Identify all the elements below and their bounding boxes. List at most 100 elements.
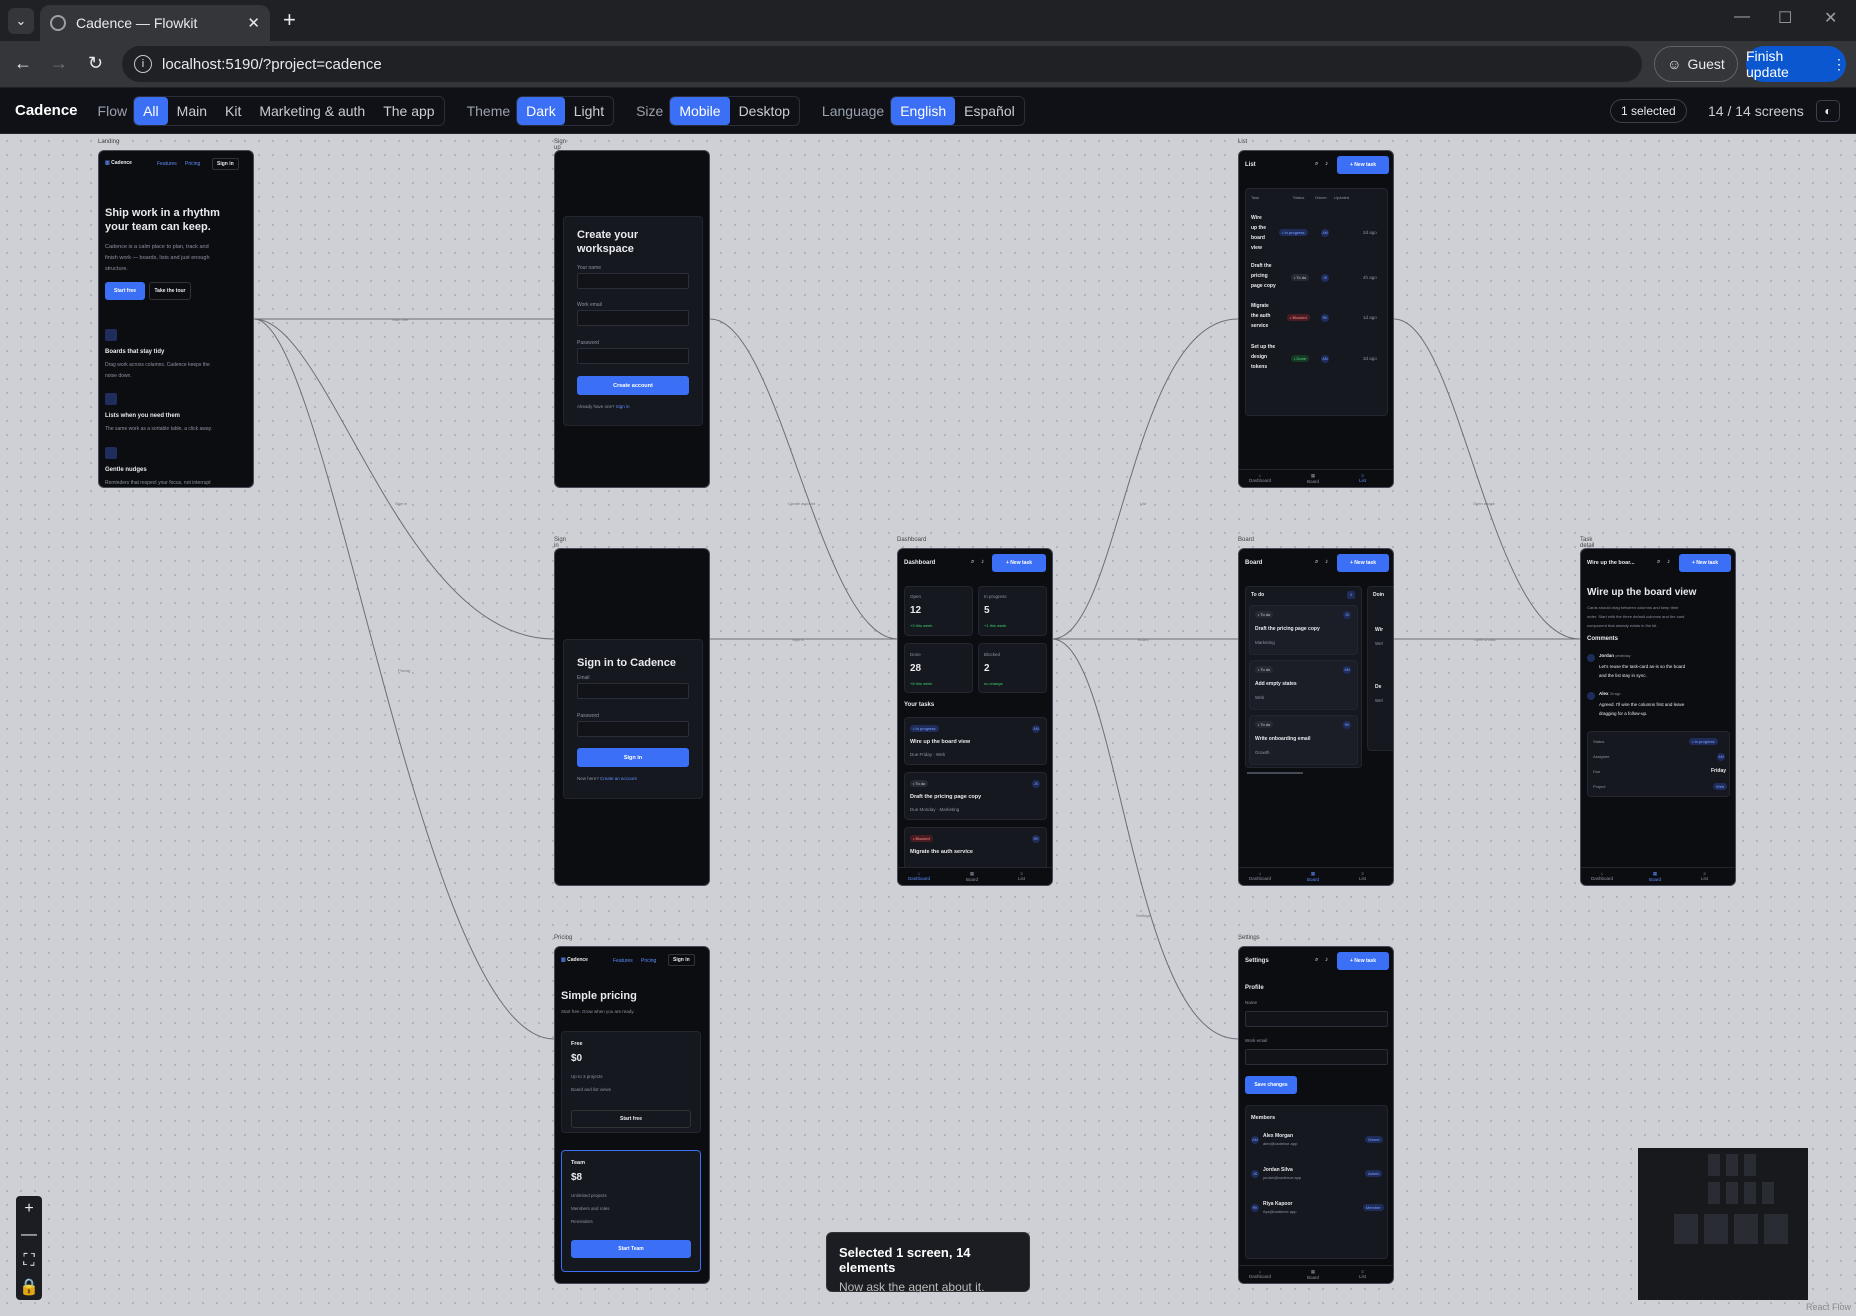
- due-value[interactable]: Friday: [1711, 768, 1726, 774]
- sign-in-submit-button[interactable]: Sign in: [577, 748, 689, 767]
- nav-features[interactable]: Features: [157, 161, 177, 167]
- search-icon[interactable]: ⌕: [1315, 957, 1318, 964]
- size-option-mobile[interactable]: Mobile: [670, 96, 730, 125]
- nav-dashboard[interactable]: ⌂ Dashboard: [1249, 473, 1271, 483]
- search-icon[interactable]: ⌕: [1657, 559, 1660, 566]
- save-changes-button[interactable]: Save changes: [1245, 1076, 1297, 1094]
- free-plan-name: Free: [571, 1041, 583, 1047]
- theme-option-dark[interactable]: Dark: [517, 96, 565, 125]
- name-input[interactable]: [1245, 1011, 1388, 1027]
- table-row-task[interactable]: Set up the design tokens: [1251, 342, 1275, 372]
- nav-board[interactable]: ▦ Board: [1649, 871, 1661, 882]
- close-window-icon[interactable]: ✕: [1824, 8, 1837, 28]
- start-free-button[interactable]: Start free: [105, 282, 145, 300]
- flow-option-main[interactable]: Main: [168, 97, 216, 125]
- flow-option-the-app[interactable]: The app: [374, 97, 443, 125]
- name-input[interactable]: [577, 273, 689, 289]
- flow-option-marketing-auth[interactable]: Marketing & auth: [250, 97, 374, 125]
- bell-icon[interactable]: ♪: [981, 559, 984, 565]
- contrast-toggle-icon[interactable]: ◐: [1816, 100, 1840, 122]
- theme-option-light[interactable]: Light: [565, 97, 613, 125]
- language-option-espanol[interactable]: Español: [955, 97, 1024, 125]
- language-option-english[interactable]: English: [891, 96, 956, 125]
- selected-badge[interactable]: 1 selected: [1610, 99, 1687, 123]
- finish-update-button[interactable]: Finish update ⋮: [1746, 46, 1846, 82]
- bell-icon[interactable]: ♪: [1325, 161, 1328, 167]
- maximize-icon[interactable]: ☐: [1778, 8, 1792, 28]
- guest-profile-button[interactable]: ☺ Guest: [1654, 46, 1738, 82]
- start-free-plan-button[interactable]: Start free: [571, 1110, 691, 1128]
- fit-view-icon[interactable]: ⛶: [16, 1248, 42, 1274]
- nav-features[interactable]: Features: [613, 958, 633, 964]
- nav-pricing[interactable]: Pricing: [185, 161, 200, 167]
- nav-dashboard[interactable]: ⌂ Dashboard: [908, 871, 930, 881]
- search-icon[interactable]: ⌕: [971, 559, 974, 566]
- nav-board[interactable]: ▦ Board: [1307, 871, 1319, 882]
- table-row-task[interactable]: Wire up the board view: [1251, 213, 1266, 253]
- nav-dashboard[interactable]: ⌂ Dashboard: [1249, 1269, 1271, 1279]
- sign-in-button[interactable]: Sign in: [668, 954, 695, 966]
- create-account-link[interactable]: Create an account: [600, 776, 637, 781]
- nav-list[interactable]: ≡ List: [1359, 1269, 1366, 1279]
- flow-option-kit[interactable]: Kit: [216, 97, 250, 125]
- flow-canvas[interactable]: Start free Sign in Pricing Create accoun…: [0, 134, 1856, 1316]
- take-tour-button[interactable]: Take the tour: [149, 282, 191, 300]
- nav-pricing[interactable]: Pricing: [641, 958, 656, 964]
- back-arrow-icon[interactable]: ←: [14, 53, 32, 74]
- password-input[interactable]: [577, 721, 689, 737]
- bottom-nav: ⌂ Dashboard ▦ Board ≡ List: [898, 867, 1052, 885]
- nav-board[interactable]: ▦ Board: [1307, 1269, 1319, 1280]
- minimap[interactable]: [1638, 1148, 1808, 1300]
- nav-list[interactable]: ≡ List: [1359, 871, 1366, 881]
- forward-arrow-icon[interactable]: →: [50, 53, 68, 74]
- site-info-icon[interactable]: i: [134, 55, 152, 73]
- bell-icon[interactable]: ♪: [1325, 559, 1328, 565]
- url-bar[interactable]: i localhost:5190/?project=cadence: [122, 46, 1642, 82]
- new-task-button[interactable]: + New task: [1337, 554, 1389, 572]
- new-task-button[interactable]: + New task: [992, 554, 1046, 572]
- work-email-input[interactable]: [577, 310, 689, 326]
- search-icon[interactable]: ⌕: [1315, 161, 1318, 168]
- nav-board[interactable]: ▦ Board: [1307, 473, 1319, 484]
- create-account-button[interactable]: Create account: [577, 376, 689, 395]
- status-pill[interactable]: • In progress: [1689, 738, 1718, 745]
- reload-icon[interactable]: ↻: [88, 53, 103, 74]
- nav-dashboard[interactable]: ⌂ Dashboard: [1249, 871, 1271, 881]
- minimize-icon[interactable]: —: [1734, 8, 1750, 26]
- new-task-button[interactable]: + New task: [1679, 554, 1731, 572]
- new-tab-plus-icon[interactable]: +: [283, 8, 296, 32]
- project-badge[interactable]: Web: [1713, 783, 1728, 790]
- bell-icon[interactable]: ♪: [1325, 957, 1328, 963]
- new-task-button[interactable]: + New task: [1337, 952, 1389, 970]
- zoom-in-icon[interactable]: +: [16, 1196, 42, 1222]
- nav-dashboard[interactable]: ⌂ Dashboard: [1591, 871, 1613, 881]
- email-input[interactable]: [577, 683, 689, 699]
- assignee-avatar[interactable]: AM: [1717, 753, 1725, 761]
- table-row-task[interactable]: Migrate the auth service: [1251, 301, 1270, 331]
- start-team-button[interactable]: Start Team: [571, 1240, 691, 1258]
- browser-chrome: ⌄ Cadence — Flowkit ✕ + — ☐ ✕ ← → ↻ i lo…: [0, 0, 1856, 88]
- search-icon[interactable]: ⌕: [1315, 559, 1318, 566]
- tab-search-chevron-icon[interactable]: ⌄: [8, 8, 34, 34]
- close-tab-icon[interactable]: ✕: [247, 14, 260, 32]
- nav-list[interactable]: ≡ List: [1701, 871, 1708, 881]
- new-task-button[interactable]: + New task: [1337, 156, 1389, 174]
- react-flow-attribution[interactable]: React Flow: [1806, 1302, 1851, 1312]
- zoom-out-icon[interactable]: —: [16, 1222, 42, 1248]
- work-email-input[interactable]: [1245, 1049, 1388, 1065]
- password-input[interactable]: [577, 348, 689, 364]
- lock-icon[interactable]: 🔒: [16, 1274, 42, 1300]
- table-row-task[interactable]: Draft the pricing page copy: [1251, 261, 1276, 291]
- nav-list[interactable]: ≡ List: [1018, 871, 1025, 881]
- nav-board[interactable]: ▦ Board: [966, 871, 978, 882]
- size-option-desktop[interactable]: Desktop: [730, 97, 799, 125]
- browser-tab[interactable]: Cadence — Flowkit ✕: [40, 5, 270, 41]
- sign-up-frame: Create your workspace Your name Work ema…: [554, 150, 710, 488]
- nav-list[interactable]: ≡ List: [1359, 473, 1366, 483]
- member-email: jordan@cadence.app: [1263, 1175, 1302, 1180]
- bell-icon[interactable]: ♪: [1667, 559, 1670, 565]
- sign-in-link[interactable]: Sign in: [616, 404, 630, 409]
- sign-in-button[interactable]: Sign in: [212, 158, 239, 170]
- horizontal-scrollbar[interactable]: [1247, 772, 1303, 774]
- flow-option-all[interactable]: All: [134, 96, 168, 125]
